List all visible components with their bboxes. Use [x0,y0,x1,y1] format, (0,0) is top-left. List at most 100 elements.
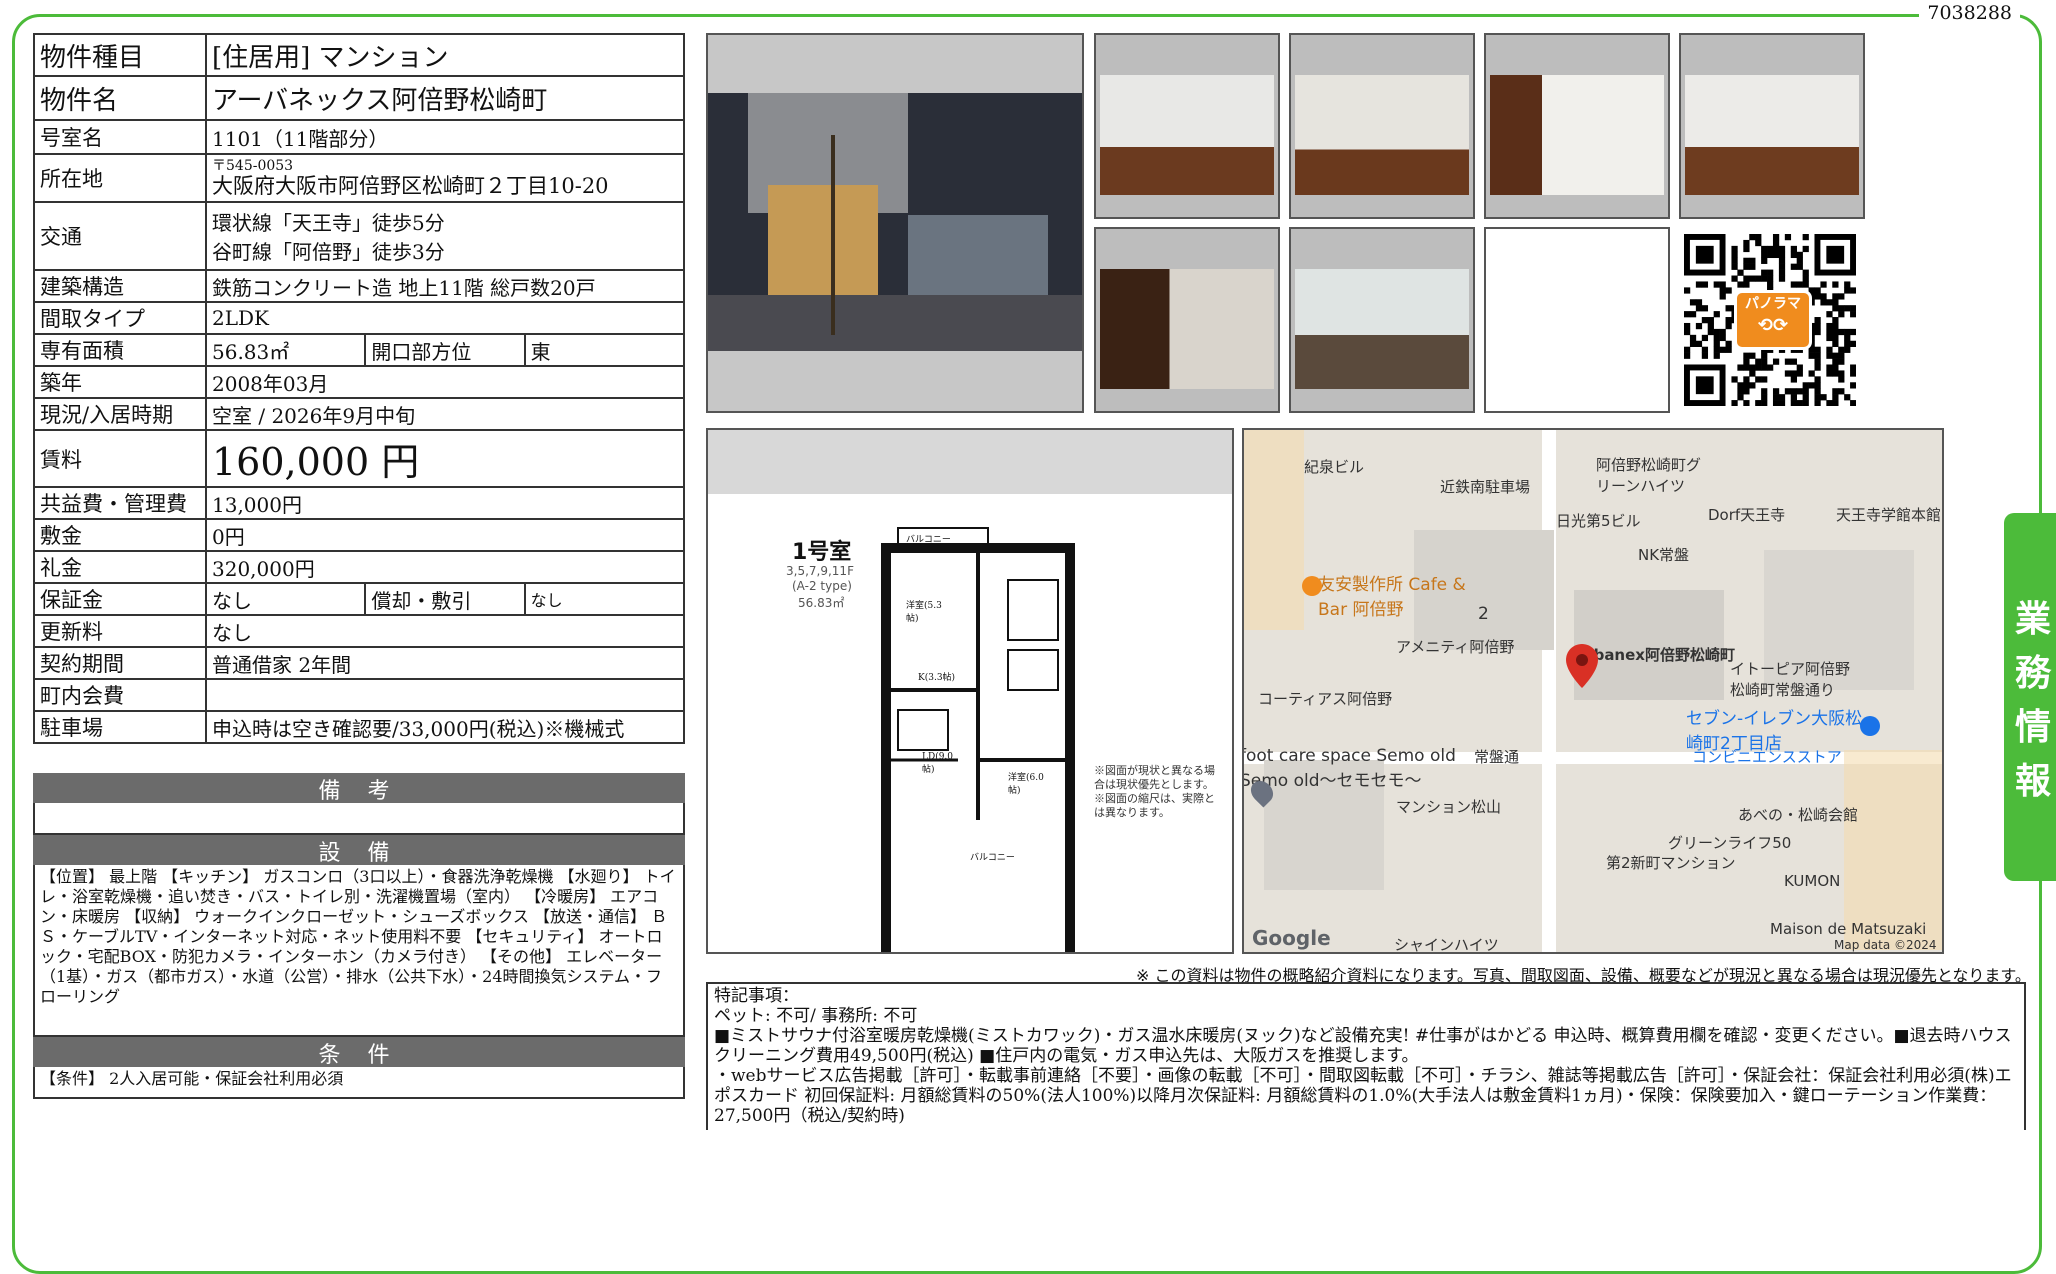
fee-value: 13,000円 [205,486,685,520]
traffic-label: 交通 [33,201,207,271]
map-label-kaikan: あべの・松崎会館 [1738,806,1859,824]
room-label: 号室名 [33,119,207,155]
map-label-courtius: コーティアス阿倍野 [1258,690,1393,708]
traffic-line-1: 環状線「天王寺」徒歩5分 [212,211,445,235]
map-label-nk: NK常盤 [1638,546,1690,564]
business-info-tab[interactable]: 業務情報 [2004,513,2056,881]
key-money-label: 礼金 [33,550,207,584]
room-photo-5-image [1100,269,1274,389]
room-photo-1-image [1100,75,1274,195]
postal-code: 〒545-0053 [212,158,294,174]
panorama-label: パノラマ [1745,296,1801,312]
guarantee-label: 保証金 [33,582,207,616]
document-id: 7038288 [1919,2,2020,24]
floorplan-balcony-bottom: バルコニー [970,853,1015,863]
room-photo-2-image [1295,75,1469,195]
structure-label: 建築構造 [33,269,207,303]
name-label: 物件名 [33,75,207,121]
location-pin-icon [1566,644,1598,688]
layout-label: 間取タイプ [33,301,207,335]
renewal-value: なし [205,614,685,648]
map-label-convenience: コンビニエンスストア [1692,748,1842,766]
map-label-greenlife50: グリーンライフ50 [1668,834,1792,852]
direction-value: 東 [523,333,686,367]
parking-value: 申込時は空き確認要/33,000円(税込)※機械式 [205,710,685,744]
room-photo-2[interactable] [1289,33,1475,219]
panorama-badge: パノラマ ⟲⟳ [1734,290,1812,350]
community-label: 町内会費 [33,678,207,712]
floor-plan-drawing [881,527,1075,952]
room-photo-3[interactable] [1484,33,1670,219]
location-map[interactable]: 紀泉ビル 近鉄南駐車場 阿倍野松崎町グリーンハイツ 日光第5ビル Dorf天王寺… [1242,428,1944,954]
floorplan-room-4: 洋室(6.0帖) [1008,773,1044,796]
special-notes-title: 特記事項： [714,986,799,1006]
room-photo-5[interactable] [1094,227,1280,413]
built-value: 2008年03月 [205,365,685,399]
cafe-marker-icon [1302,576,1322,596]
floorplan-room-3: LD(9.0帖) [922,752,954,775]
map-label-kumon: KUMON [1784,872,1841,890]
map-label-shinmachi2: 第2新町マンション [1606,854,1736,872]
floorplan-balcony-top: バルコニー [906,535,951,545]
type-value: [住居用] マンション [205,33,685,77]
layout-value: 2LDK [205,301,685,335]
lower-sections: 備 考 設 備 【位置】 最上階 【キッチン】 ガスコンロ（3口以上）・食器洗浄… [33,773,685,1099]
address-label: 所在地 [33,153,207,203]
contract-label: 契約期間 [33,646,207,680]
amort-label: 償却・敷引 [364,582,526,616]
deposit-value: 0円 [205,518,685,552]
community-value [205,678,685,712]
equipment-body: 【位置】 最上階 【キッチン】 ガスコンロ（3口以上）・食器洗浄乾燥機 【水廻り… [33,865,685,1037]
map-label-nikko5: 日光第5ビル [1556,512,1641,530]
remarks-header: 備 考 [33,773,685,804]
floor-plan[interactable]: 1号室 3,5,7,9,11F (A-2 type) 56.83㎡ バルコニー … [706,428,1234,954]
type-label: 物件種目 [33,33,207,77]
special-notes: 特記事項： ペット: 不可/ 事務所: 不可 ■ミストサウナ付浴室暖房乾燥機(ミ… [706,982,2026,1130]
status-value: 空室 / 2026年9月中旬 [205,397,685,431]
building-exterior-photo[interactable] [706,33,1084,413]
rent-label: 賃料 [33,429,207,488]
map-label-matsuyama: マンション松山 [1396,798,1502,816]
building-exterior-image [708,35,1082,411]
map-label-gakkan: 天王寺学館本館 [1836,506,1942,524]
key-money-value: 320,000円 [205,550,685,584]
room-photo-4-image [1685,75,1859,195]
map-label-amenity: アメニティ阿倍野 [1396,638,1515,656]
property-info-table: 物件種目 [住居用] マンション 物件名 アーバネックス阿倍野松崎町 号室名 1101… [33,33,686,744]
renewal-label: 更新料 [33,614,207,648]
panorama-qr-code[interactable]: パノラマ ⟲⟳ [1684,234,1857,407]
empty-photo-slot [1484,227,1670,413]
room-photo-3-image [1490,75,1664,195]
area-value: 56.83㎡ [204,333,367,367]
special-notes-line-1: ペット: 不可/ 事務所: 不可 [714,1006,918,1026]
floorplan-disclaimer: ※図面が現状と異なる場合は現状優先とします。※図面の縮尺は、実際とは異なります。 [1094,764,1215,819]
special-notes-line-2: ■ミストサウナ付浴室暖房乾燥機(ミストカワック)・ガス温水床暖房(ヌック)など設… [714,1026,2012,1066]
side-tab-label: 業務情報 [2015,599,2052,802]
contract-value: 普通借家 2年間 [205,646,685,680]
deposit-label: 敷金 [33,518,207,552]
property-name: アーバネックス阿倍野松崎町 [205,75,685,121]
map-label-maison: Maison de Matsuzaki [1770,920,1927,938]
map-label-urbanex: Urbanex阿倍野松崎町 [1574,646,1735,664]
room-photo-1[interactable] [1094,33,1280,219]
structure-value: 鉄筋コンクリート造 地上11階 総戸数20戸 [205,269,685,303]
map-label-cafe: 友安製作所 Cafe & Bar 阿倍野 [1318,575,1466,620]
parking-label: 駐車場 [33,710,207,744]
kitchen-photo[interactable] [1289,227,1475,413]
address-value: 大阪府大阪市阿倍野区松崎町２丁目10-20 [212,174,609,198]
map-data-credit: Map data ©2024 [1834,938,1937,952]
kitchen-photo-image [1295,269,1469,389]
traffic-line-2: 谷町線「阿倍野」徒歩3分 [212,240,445,264]
status-label: 現況/入居時期 [33,397,207,431]
map-label-tokiwa-street: 常盤通 [1474,748,1520,766]
room-photo-4[interactable] [1679,33,1865,219]
direction-label: 開口部方位 [364,333,526,367]
floorplan-room-2: K(3.3帖) [918,673,956,683]
built-label: 築年 [33,365,207,399]
map-label-itopia: イトーピア阿倍野松崎町常盤通り [1730,660,1851,699]
floorplan-room-1: 洋室(5.3帖) [906,601,942,624]
map-block-number: 2 [1478,604,1489,624]
map-label-kintetsu-parking: 近鉄南駐車場 [1440,478,1531,496]
special-notes-line-3: ・webサービス広告掲載［許可］・転載事前連絡［不要］・画像の転載［不可］・間取… [714,1066,2012,1126]
rent-value: 160,000 円 [205,429,685,488]
